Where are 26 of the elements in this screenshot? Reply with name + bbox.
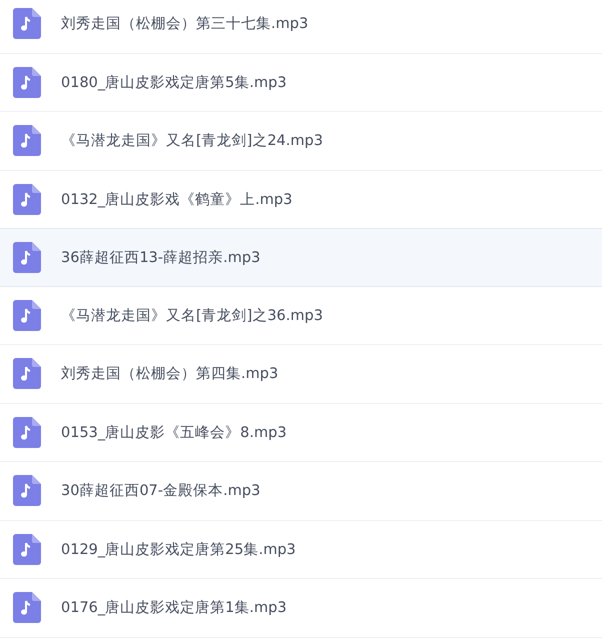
file-name: 《马潜龙走国》又名[青龙剑]之36.mp3 bbox=[61, 306, 323, 325]
file-name: 30薛超征西07-金殿保本.mp3 bbox=[61, 482, 260, 500]
music-file-icon bbox=[13, 125, 41, 156]
file-row[interactable]: 0180_唐山皮影戏定唐第5集.mp3 bbox=[0, 54, 602, 112]
music-file-icon bbox=[13, 475, 41, 506]
file-name: 《马潜龙走国》又名[青龙剑]之24.mp3 bbox=[61, 132, 323, 150]
file-row[interactable]: 0129_唐山皮影戏定唐第25集.mp3 bbox=[0, 520, 602, 579]
music-file-icon bbox=[13, 300, 41, 331]
music-file-icon bbox=[13, 416, 41, 448]
file-row[interactable]: 36薛超征西13-薛超招亲.mp3 bbox=[0, 228, 602, 286]
file-name: 0153_唐山皮影《五峰会》8.mp3 bbox=[61, 424, 287, 442]
file-name: 刘秀走国（松棚会）第四集.mp3 bbox=[61, 364, 278, 384]
file-name: 刘秀走国（松棚会）第三十七集.mp3 bbox=[61, 14, 308, 34]
file-row[interactable]: 0153_唐山皮影《五峰会》8.mp3 bbox=[0, 404, 602, 462]
file-name: 0132_唐山皮影戏《鹤童》上.mp3 bbox=[61, 190, 292, 209]
file-name: 0129_唐山皮影戏定唐第25集.mp3 bbox=[61, 540, 296, 559]
file-name: 0176_唐山皮影戏定唐第1集.mp3 bbox=[61, 598, 287, 618]
music-file-icon bbox=[13, 358, 41, 390]
file-name: 0180_唐山皮影戏定唐第5集.mp3 bbox=[61, 74, 287, 92]
music-file-icon bbox=[13, 184, 41, 215]
music-file-icon bbox=[13, 534, 41, 565]
music-file-icon bbox=[13, 66, 41, 98]
music-file-icon bbox=[13, 8, 41, 40]
music-file-icon bbox=[13, 592, 41, 624]
file-name: 36薛超征西13-薛超招亲.mp3 bbox=[61, 248, 260, 267]
music-file-icon bbox=[13, 242, 41, 273]
